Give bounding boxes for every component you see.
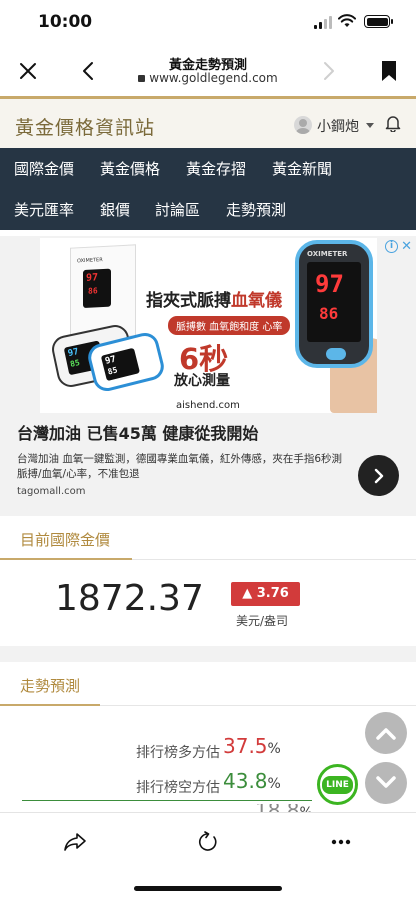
- more-options-icon[interactable]: [326, 827, 356, 857]
- forecast-section-title: 走勢預測: [20, 677, 81, 695]
- forecast-bar: [22, 800, 312, 801]
- up-arrow-icon: ▲: [242, 586, 253, 601]
- lock-icon: [138, 75, 146, 82]
- share-icon[interactable]: [60, 827, 90, 857]
- ad-open-button[interactable]: [358, 455, 399, 496]
- scroll-up-button[interactable]: [365, 712, 407, 754]
- ad-unit[interactable]: OXIMETER 97 86 97 85 97 85 指夾式脈搏血氧儀 脈搏數 …: [0, 236, 416, 508]
- oximeter-large-spo2: 97: [315, 270, 344, 298]
- browser-toolbar: 黃金走勢預測 www.goldlegend.com: [0, 46, 416, 96]
- ad-banner-pill: 脈搏數 血氧飽和度 心率: [168, 316, 291, 335]
- forecast-bear-percent: 43.8: [223, 769, 268, 793]
- forecast-row-label: 排行榜多方估: [136, 745, 220, 761]
- forecast-row-neutral: 18.8%: [0, 804, 416, 812]
- scroll-down-button[interactable]: [365, 762, 407, 804]
- site-logo[interactable]: 黃金價格資訊站: [15, 113, 155, 140]
- ad-banner-image[interactable]: OXIMETER 97 86 97 85 97 85 指夾式脈搏血氧儀 脈搏數 …: [40, 238, 377, 413]
- url-text: www.goldlegend.com: [149, 71, 278, 85]
- main-nav: 國際金價 黃金價格 黃金存摺 黃金新聞 美元匯率 銀價 討論區 走勢預測: [0, 148, 416, 230]
- ad-description: 台灣加油 血氧一鍵監測，德國專業血氧儀，紅外傳感，夾在手指6秒測脈搏/血氧/心率…: [17, 453, 343, 480]
- section-title-underline: [0, 704, 100, 706]
- username-menu[interactable]: 小鋼炮: [317, 116, 359, 136]
- forward-icon[interactable]: [314, 56, 344, 86]
- signal-icon: [314, 16, 332, 29]
- forecast-row-value: 37.5%: [223, 734, 281, 758]
- bell-icon[interactable]: [384, 114, 402, 136]
- section-gap: [0, 508, 416, 516]
- chevron-down-icon: [376, 776, 396, 788]
- oximeter-large: OXIMETER 97 86: [295, 240, 373, 368]
- ad-banner-site: aishend.com: [176, 400, 240, 411]
- ad-close-icon[interactable]: ✕: [401, 239, 412, 254]
- adchoices-icon[interactable]: i: [385, 240, 398, 253]
- url-display[interactable]: www.goldlegend.com: [108, 71, 308, 85]
- nav-item-usd-rate[interactable]: 美元匯率: [14, 199, 74, 220]
- forecast-section-header: 走勢預測: [0, 662, 416, 706]
- oximeter-button: [326, 348, 346, 360]
- line-share-button[interactable]: LINE: [317, 764, 358, 805]
- close-icon[interactable]: [13, 56, 43, 86]
- product-box: OXIMETER 97 86: [70, 244, 136, 340]
- ad-banner-tagline: 放心測量: [174, 373, 230, 389]
- line-icon: LINE: [322, 775, 353, 794]
- forecast-row-label: 排行榜空方估: [136, 780, 220, 796]
- nav-item-gold-price[interactable]: 黃金價格: [100, 158, 160, 179]
- reload-icon[interactable]: [193, 827, 223, 857]
- price-change-badge: ▲ 3.76: [231, 582, 300, 606]
- forecast-neutral-suffix: %: [300, 805, 313, 812]
- nav-item-gold-news[interactable]: 黃金新聞: [272, 158, 332, 179]
- forecast-row-value: 43.8%: [223, 769, 281, 793]
- forecast-bull-percent: 37.5: [223, 734, 268, 758]
- box-screen: 97 86: [83, 268, 111, 309]
- status-bar: 10:00: [0, 0, 416, 46]
- chevron-up-icon: [376, 728, 396, 740]
- site-header: 黃金價格資訊站 小鋼炮: [0, 96, 416, 148]
- avatar[interactable]: [294, 116, 312, 134]
- forecast-bull-suffix: %: [267, 741, 281, 757]
- ad-domain: tagomall.com: [17, 486, 86, 497]
- box-reading-1: 97: [86, 272, 99, 284]
- chevron-down-icon[interactable]: [366, 123, 374, 128]
- oximeter-blue-screen: 97 85: [100, 347, 141, 382]
- gold-price-panel: 1872.37 ▲ 3.76 美元/盎司: [0, 560, 416, 646]
- forecast-neutral-percent: 18.8: [255, 804, 300, 812]
- nav-item-international-gold[interactable]: 國際金價: [14, 158, 74, 179]
- forecast-bear-suffix: %: [267, 776, 281, 792]
- gold-price-section-header: 目前國際金價: [0, 516, 416, 560]
- ad-banner-title-highlight: 血氧儀: [231, 291, 282, 311]
- box-reading-2: 86: [88, 286, 98, 296]
- wifi-icon: [338, 14, 356, 27]
- nav-item-gold-passbook[interactable]: 黃金存摺: [186, 158, 246, 179]
- home-indicator: [134, 886, 282, 891]
- chevron-right-icon: [374, 468, 383, 483]
- gold-price-value: 1872.37: [55, 578, 204, 619]
- oximeter-large-pr: 86: [319, 304, 339, 323]
- nav-item-silver[interactable]: 銀價: [100, 199, 130, 220]
- status-time: 10:00: [38, 12, 93, 32]
- ad-banner-title-prefix: 指夾式脈搏: [146, 291, 231, 311]
- forecast-row-bull: 排行榜多方估 37.5%: [0, 734, 416, 764]
- ad-banner-title: 指夾式脈搏血氧儀: [146, 286, 282, 311]
- bookmark-icon[interactable]: [374, 56, 404, 86]
- price-unit: 美元/盎司: [236, 614, 289, 628]
- oximeter-brand: OXIMETER: [307, 250, 348, 258]
- ad-headline[interactable]: 台灣加油 已售45萬 健康從我開始: [17, 420, 258, 444]
- product-box-label: OXIMETER: [77, 257, 103, 265]
- section-gap: [0, 646, 416, 662]
- forecast-row-value: 18.8%: [255, 804, 313, 812]
- nav-item-forecast[interactable]: 走勢預測: [226, 199, 286, 220]
- battery-icon: [364, 15, 393, 28]
- back-icon[interactable]: [73, 56, 103, 86]
- price-change-value: 3.76: [256, 586, 289, 601]
- oximeter-large-screen: 97 86: [307, 262, 361, 342]
- nav-item-forum[interactable]: 討論區: [155, 199, 200, 220]
- gold-price-section-title: 目前國際金價: [20, 531, 111, 549]
